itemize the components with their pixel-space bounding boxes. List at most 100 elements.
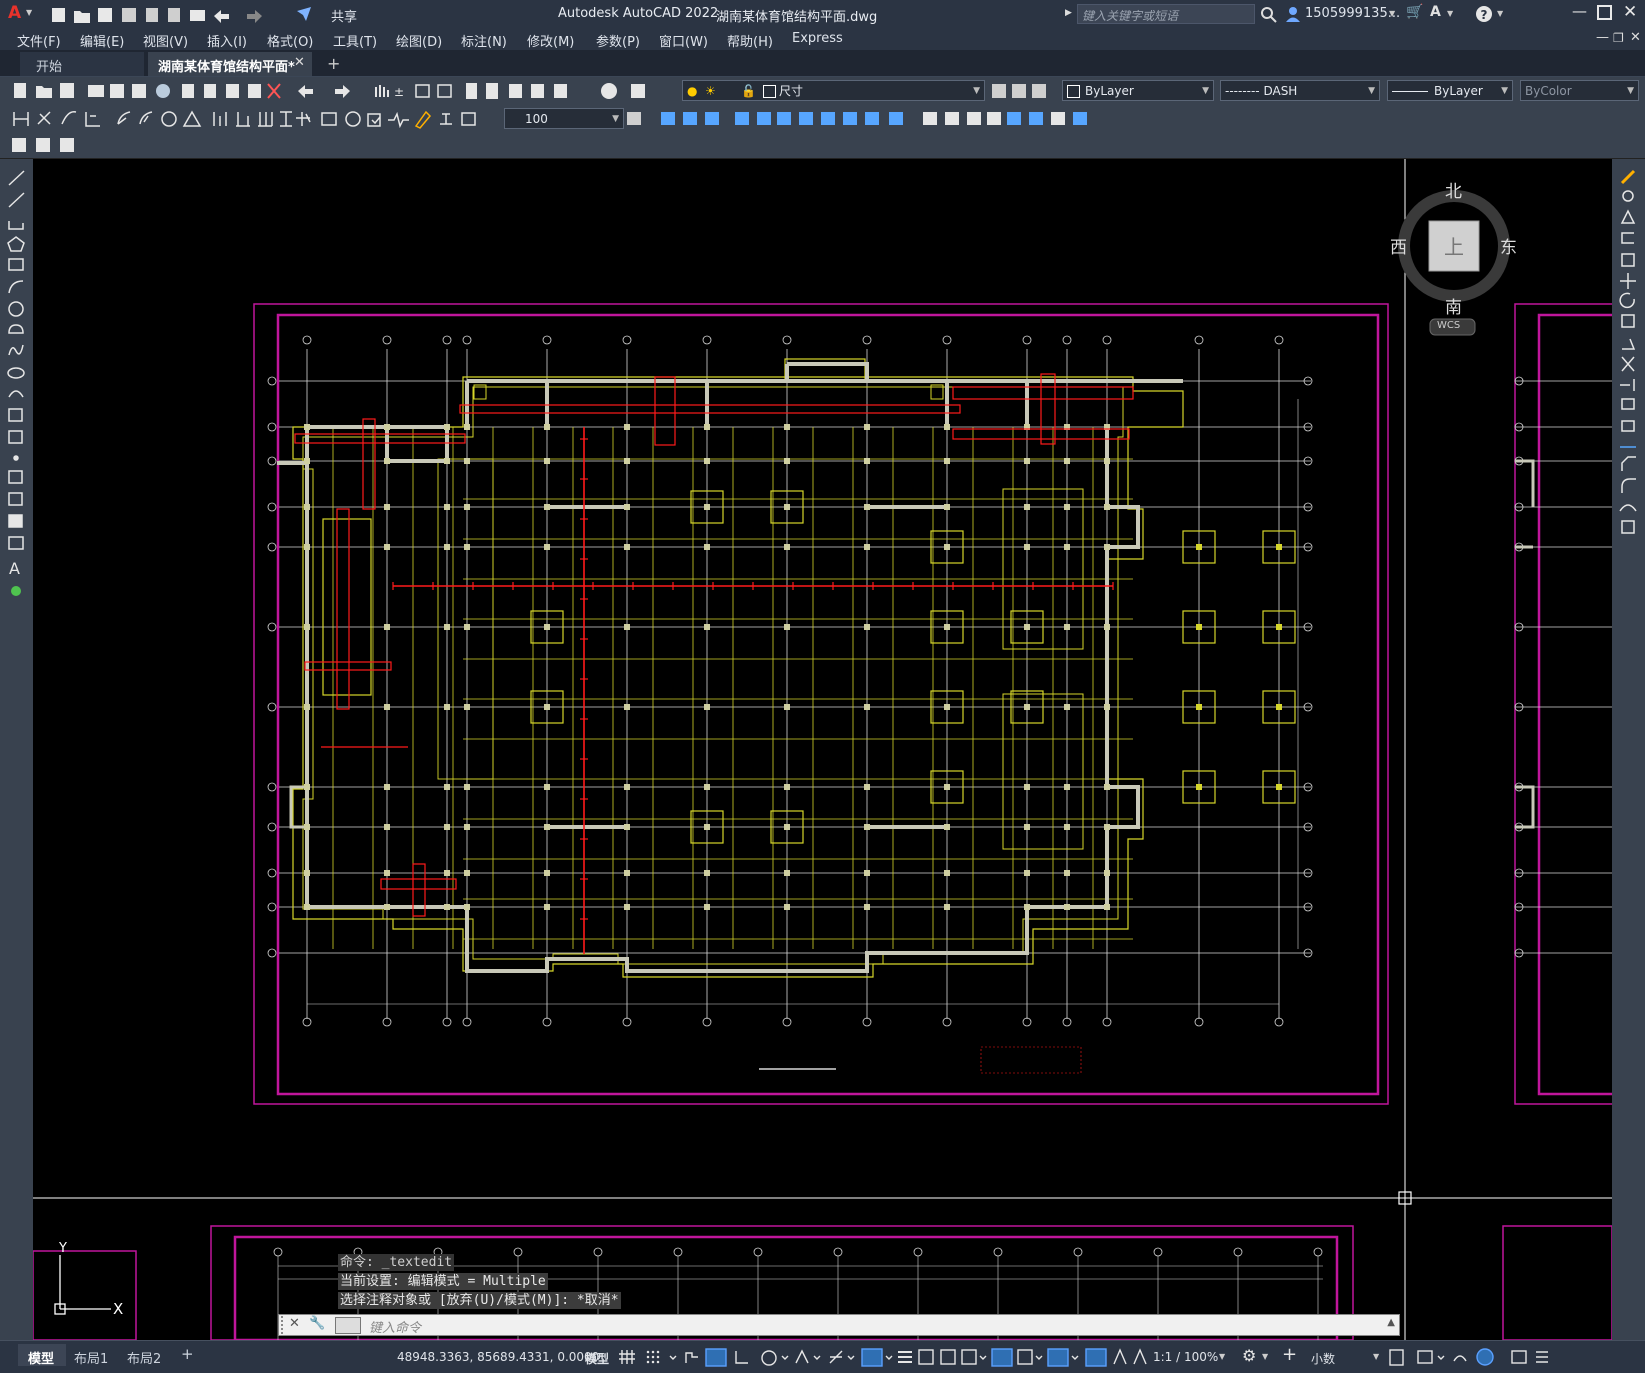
quick-properties-icon[interactable]	[1389, 1349, 1404, 1366]
blend-icon[interactable]	[1007, 112, 1021, 125]
gizmo-icon[interactable]	[1047, 1348, 1069, 1367]
ordinate-icon[interactable]	[85, 112, 100, 127]
arc-length-icon[interactable]	[61, 111, 77, 125]
help-icon[interactable]	[601, 83, 617, 99]
chevron-down-icon[interactable]: ▼	[1373, 1352, 1379, 1361]
dim-edit-icon[interactable]	[414, 110, 432, 129]
viewcube-east[interactable]: 东	[1500, 233, 1517, 258]
match-prop-icon[interactable]	[248, 84, 261, 98]
sheet-set-icon[interactable]	[531, 84, 544, 98]
snap-icon[interactable]	[646, 1350, 660, 1364]
copy-icon[interactable]	[204, 84, 216, 98]
layout-tab-2[interactable]: 布局2	[127, 1348, 161, 1367]
viewcube-top[interactable]: 上	[1444, 231, 1464, 260]
quick-dim-icon[interactable]	[213, 112, 227, 126]
scale-icon[interactable]	[821, 112, 835, 125]
trim-icon[interactable]	[1621, 356, 1635, 372]
layer-isolate-icon[interactable]	[36, 138, 50, 152]
ellipse-icon[interactable]	[7, 367, 25, 379]
command-grip-icon[interactable]	[281, 1316, 288, 1334]
break-icon[interactable]	[923, 112, 937, 125]
fillet-icon[interactable]	[1621, 478, 1636, 493]
dynamic-ucs-icon[interactable]	[991, 1348, 1013, 1367]
mirror-icon[interactable]	[705, 112, 719, 125]
annotation-visibility-icon[interactable]	[1085, 1348, 1107, 1367]
blend-icon[interactable]	[1619, 504, 1637, 512]
save-as-icon[interactable]	[122, 8, 136, 22]
line-icon[interactable]	[8, 170, 25, 186]
viewcube-north[interactable]: 北	[1445, 177, 1462, 202]
lock-ui-icon[interactable]	[1417, 1350, 1433, 1364]
command-history-arrow-icon[interactable]: ▲	[1387, 1317, 1395, 1328]
chevron-down-icon[interactable]	[1437, 1355, 1445, 1360]
chevron-down-icon[interactable]	[813, 1355, 821, 1360]
inspect-icon[interactable]	[367, 113, 381, 127]
new-tab-button[interactable]: +	[327, 54, 340, 73]
menu-edit[interactable]: 编辑(E)	[80, 31, 124, 50]
search-icon[interactable]	[1260, 6, 1278, 24]
user-icon[interactable]	[1284, 5, 1302, 23]
trim-icon[interactable]	[865, 112, 879, 125]
import-icon[interactable]	[168, 8, 180, 22]
object-snap-tracking-icon[interactable]	[829, 1350, 843, 1364]
chevron-down-icon[interactable]	[979, 1355, 987, 1360]
cart-icon[interactable]: 🛒	[1406, 4, 1423, 20]
viewcube-west[interactable]: 西	[1390, 233, 1407, 258]
chevron-down-icon[interactable]: ▼	[1447, 9, 1453, 18]
zoom-realtime-icon[interactable]: ±	[394, 85, 404, 99]
clean-screen-icon[interactable]	[1511, 1350, 1527, 1364]
infer-constraints-icon[interactable]	[685, 1352, 698, 1363]
undo-icon[interactable]	[298, 85, 313, 98]
offset-icon[interactable]	[1621, 232, 1634, 244]
arc-icon[interactable]	[8, 280, 24, 294]
chamfer-icon[interactable]	[967, 112, 981, 125]
scale-icon[interactable]	[1621, 314, 1635, 328]
layer-walk-icon[interactable]	[60, 138, 74, 152]
3d-dwf-icon[interactable]	[156, 84, 170, 98]
dim-style-icon[interactable]	[627, 112, 641, 125]
plot-icon[interactable]	[88, 85, 104, 97]
menu-draw[interactable]: 绘图(D)	[396, 31, 442, 50]
explode-icon[interactable]	[1029, 112, 1043, 125]
array-icon[interactable]	[757, 112, 771, 125]
layer-states-icon[interactable]	[12, 138, 26, 152]
layout-tab-1[interactable]: 布局1	[74, 1348, 108, 1367]
chevron-down-icon[interactable]: ▼	[1389, 9, 1395, 18]
3d-osnap-icon[interactable]	[961, 1349, 977, 1365]
chevron-down-icon[interactable]	[1071, 1355, 1079, 1360]
minimize-icon[interactable]: —	[1572, 2, 1587, 20]
paste-icon[interactable]	[226, 84, 239, 98]
close-doc-icon[interactable]: ✕	[1630, 30, 1641, 45]
command-line[interactable]: ✕ 🔧 键入命令 ▲	[278, 1314, 1400, 1336]
viewcube[interactable]: 北 南 西 东 上 WCS	[1390, 169, 1533, 339]
chevron-down-icon[interactable]: ▼	[1219, 1352, 1225, 1361]
customize-icon[interactable]: 🔧	[309, 1316, 325, 1331]
rotate-icon[interactable]	[1619, 292, 1635, 309]
plot-icon[interactable]	[190, 10, 205, 21]
share-label[interactable]: 共享	[331, 6, 357, 25]
mtext-icon[interactable]: A	[9, 559, 20, 578]
continue-icon[interactable]	[258, 112, 273, 127]
circle-icon[interactable]	[8, 301, 24, 317]
tolerance-icon[interactable]	[321, 112, 337, 126]
insert-block-icon[interactable]	[8, 408, 23, 422]
color-dropdown[interactable]: ByLayer ▼	[1062, 80, 1214, 101]
lineweight-icon[interactable]	[898, 1351, 912, 1363]
dim-break-icon[interactable]	[296, 112, 311, 126]
erase-icon[interactable]	[1620, 169, 1636, 185]
app-menu-button[interactable]: A ▼	[6, 3, 36, 25]
make-current-icon[interactable]	[992, 84, 1006, 98]
help-icon[interactable]: ?	[1475, 5, 1493, 23]
dim-text-edit-icon[interactable]	[440, 113, 452, 125]
ungroup-icon[interactable]	[1073, 112, 1087, 125]
selection-cycling-icon[interactable]	[940, 1349, 956, 1365]
revcloud-icon[interactable]	[8, 324, 24, 334]
user-name[interactable]: 1505999135...	[1305, 6, 1400, 21]
save-icon[interactable]	[98, 8, 112, 22]
open-folder-icon[interactable]	[74, 11, 90, 23]
isodraft-icon[interactable]	[795, 1349, 809, 1364]
menu-file[interactable]: 文件(F)	[17, 31, 61, 50]
redo-icon[interactable]	[247, 10, 262, 23]
menu-parametric[interactable]: 参数(P)	[596, 31, 640, 50]
open-icon[interactable]	[36, 86, 52, 98]
